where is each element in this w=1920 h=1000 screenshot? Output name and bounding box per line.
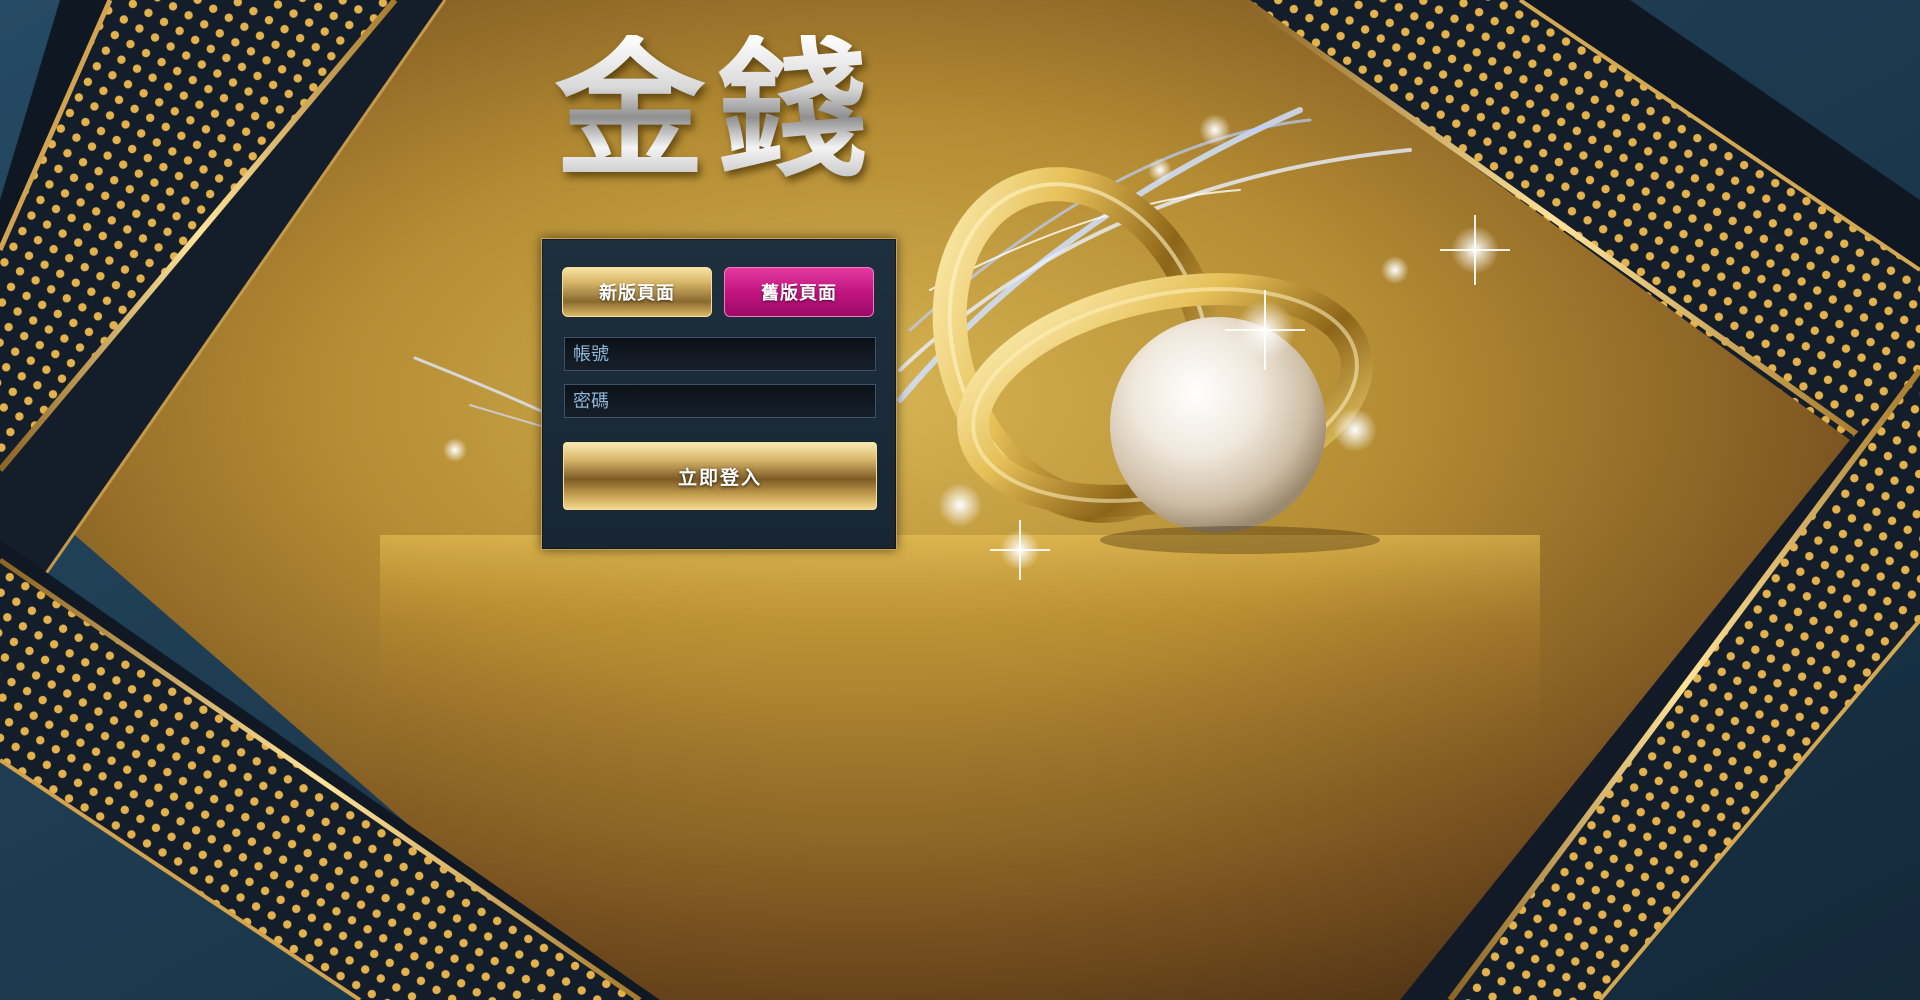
tab-old-version[interactable]: 舊版頁面 [724, 267, 874, 317]
brand-logo: 金錢 [555, 22, 880, 198]
login-panel: 新版頁面 舊版頁面 立即登入 [541, 238, 897, 550]
pearl-illustration [1110, 317, 1326, 533]
tab-new-version[interactable]: 新版頁面 [562, 267, 712, 317]
account-input[interactable] [564, 337, 876, 371]
login-button[interactable]: 立即登入 [563, 442, 877, 510]
decorative-background [0, 0, 1920, 1000]
password-input[interactable] [564, 384, 876, 418]
